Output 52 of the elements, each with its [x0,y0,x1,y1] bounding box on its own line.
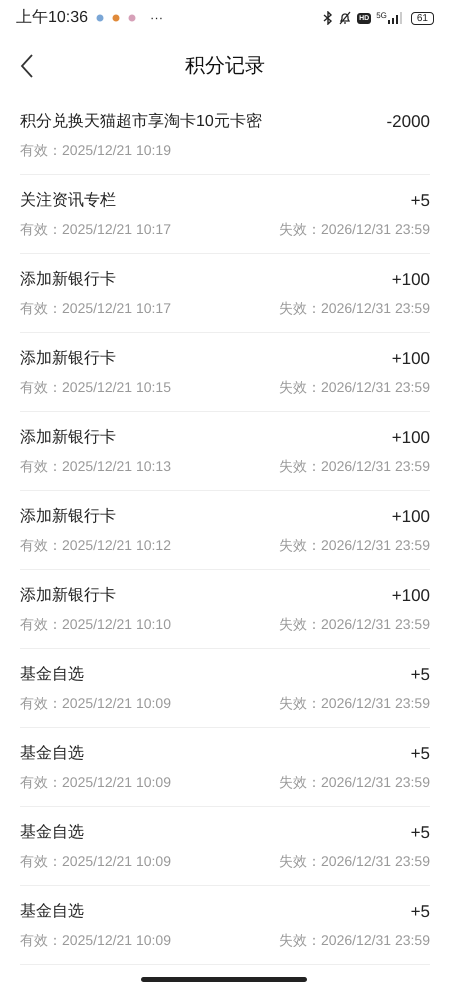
expiry-time: 失效：2026/12/31 23:59 [279,536,430,556]
expiry-time: 失效：2026/12/31 23:59 [279,773,430,792]
bluetooth-icon [323,11,334,25]
battery-indicator: 61 [410,12,434,24]
record-title: 添加新银行卡 [20,348,116,368]
valid-time: 有效：2025/12/21 10:10 [20,615,171,634]
expiry-time: 失效：2026/12/31 23:59 [279,852,430,872]
expiry-time: 失效：2026/12/31 23:59 [279,694,430,714]
record-title: 积分兑换天猫超市享淘卡10元卡密 [20,112,262,132]
points-amount: +5 [410,190,430,212]
record-title: 添加新银行卡 [20,586,116,606]
points-amount: +100 [392,348,430,370]
valid-time: 有效：2025/12/21 10:17 [20,299,171,318]
expiry-time: 失效：2026/12/31 23:59 [279,931,430,950]
back-icon[interactable] [20,54,34,78]
status-time: 上午10:36 [16,8,88,28]
more-notifications: ··· [150,9,164,28]
valid-time: 有效：2025/12/21 10:12 [20,536,171,556]
valid-time: 有效：2025/12/21 10:09 [20,931,171,950]
record-title: 基金自选 [20,664,84,684]
valid-time: 有效：2025/12/21 10:09 [20,852,171,872]
expiry-time: 失效：2026/12/31 23:59 [279,615,430,634]
points-amount: +100 [392,584,430,607]
valid-time: 有效：2025/12/21 10:17 [20,220,171,240]
record-title: 添加新银行卡 [20,270,116,290]
record-title: 基金自选 [20,822,84,842]
points-amount: +5 [410,822,430,844]
points-amount: +5 [410,900,430,923]
points-amount: -2000 [386,110,430,133]
valid-time: 有效：2025/12/21 10:19 [20,141,171,160]
page-title: 积分记录 [185,54,265,79]
expiry-time: 失效：2026/12/31 23:59 [279,457,430,476]
valid-time: 有效：2025/12/21 10:09 [20,694,171,714]
points-amount: +100 [392,506,430,528]
points-amount: +100 [392,268,430,291]
points-amount: +5 [410,664,430,686]
valid-time: 有效：2025/12/21 10:15 [20,378,171,398]
points-amount: +5 [410,742,430,765]
expiry-time: 失效：2026/12/31 23:59 [279,220,430,240]
record-title: 添加新银行卡 [20,506,116,526]
record-title: 添加新银行卡 [20,428,116,448]
expiry-time: 失效：2026/12/31 23:59 [279,378,430,398]
muted-bell-icon [338,11,352,25]
valid-time: 有效：2025/12/21 10:09 [20,773,171,792]
valid-time: 有效：2025/12/21 10:13 [20,457,171,476]
record-title: 基金自选 [20,744,84,764]
points-amount: +100 [392,426,430,449]
expiry-time: 失效：2026/12/31 23:59 [279,299,430,318]
record-title: 关注资讯专栏 [20,190,116,210]
network-type: 5G [376,12,387,20]
record-title: 基金自选 [20,902,84,922]
signal-icon [388,12,404,24]
